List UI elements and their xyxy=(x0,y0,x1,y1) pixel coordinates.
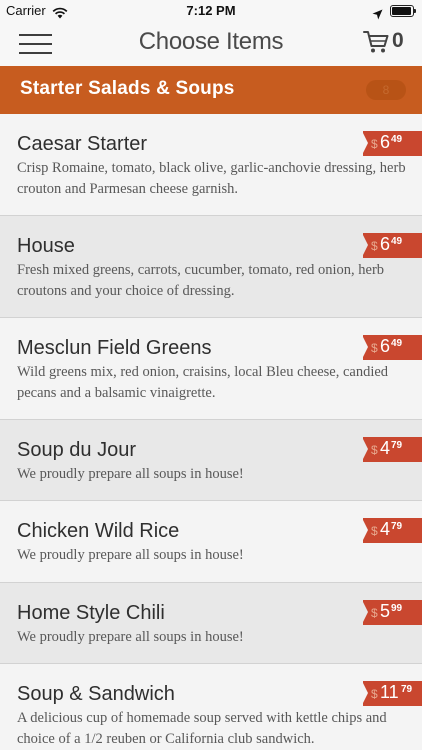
navigation-bar: Choose Items 0 xyxy=(0,22,422,66)
menu-item[interactable]: House Fresh mixed greens, carrots, cucum… xyxy=(0,216,422,318)
price-dollars: 11 xyxy=(380,682,399,702)
price-cents: 79 xyxy=(401,684,413,695)
item-name: Soup du Jour xyxy=(17,439,136,461)
category-header[interactable]: Starter Salads & Soups 8 xyxy=(0,66,422,114)
price-currency: $ xyxy=(371,239,378,253)
price-tag: $ 4 79 xyxy=(362,437,422,462)
price-dollars: 6 xyxy=(380,132,391,152)
price-cents: 79 xyxy=(391,521,403,532)
cart-icon xyxy=(363,31,389,53)
price-currency: $ xyxy=(371,606,378,620)
battery-icon xyxy=(390,5,416,17)
price-cents: 49 xyxy=(391,134,403,145)
cart-button[interactable]: 0 xyxy=(363,28,413,58)
item-description: A delicious cup of homemade soup served … xyxy=(17,710,387,747)
price-tag: $ 11 79 xyxy=(362,681,422,706)
item-name: Soup & Sandwich xyxy=(17,683,175,705)
price-cents: 99 xyxy=(391,603,403,614)
price-cents: 49 xyxy=(391,236,403,247)
item-name: Mesclun Field Greens xyxy=(17,337,212,359)
item-description: We proudly prepare all soups in house! xyxy=(17,547,244,563)
item-description: Fresh mixed greens, carrots, cucumber, t… xyxy=(17,262,385,299)
price-currency: $ xyxy=(371,687,378,701)
price-dollars: 6 xyxy=(380,336,391,356)
item-name: Chicken Wild Rice xyxy=(17,520,180,542)
status-bar: Carrier 7:12 PM xyxy=(0,0,422,22)
price-tag: $ 6 49 xyxy=(362,131,422,156)
item-name: Home Style Chili xyxy=(17,602,165,624)
menu-item[interactable]: Mesclun Field Greens Wild greens mix, re… xyxy=(0,318,422,420)
price-currency: $ xyxy=(371,137,378,151)
category-count-badge: 8 xyxy=(366,80,406,100)
price-dollars: 4 xyxy=(380,438,391,458)
price-dollars: 6 xyxy=(380,234,391,254)
item-name: House xyxy=(17,235,75,257)
price-cents: 49 xyxy=(391,338,403,349)
price-tag: $ 6 49 xyxy=(362,335,422,360)
cart-count: 0 xyxy=(392,29,404,52)
price-currency: $ xyxy=(371,443,378,457)
price-tag: $ 5 99 xyxy=(362,600,422,625)
page-title: Choose Items xyxy=(138,28,284,55)
category-title: Starter Salads & Soups xyxy=(20,78,235,99)
price-tag: $ 6 49 xyxy=(362,233,422,258)
price-tag: $ 4 79 xyxy=(362,518,422,543)
price-currency: $ xyxy=(371,341,378,355)
item-description: We proudly prepare all soups in house! xyxy=(17,629,244,645)
price-cents: 79 xyxy=(391,440,403,451)
status-time: 7:12 PM xyxy=(186,3,236,18)
menu-item[interactable]: Home Style Chili We proudly prepare all … xyxy=(0,583,422,664)
price-currency: $ xyxy=(371,524,378,538)
item-description: Wild greens mix, red onion, craisins, lo… xyxy=(17,364,389,401)
item-description: Crisp Romaine, tomato, black olive, garl… xyxy=(17,160,406,197)
menu-item[interactable]: Chicken Wild Rice We proudly prepare all… xyxy=(0,501,422,583)
menu-item[interactable]: Soup du Jour We proudly prepare all soup… xyxy=(0,420,422,501)
price-dollars: 4 xyxy=(380,519,391,539)
item-name: Caesar Starter xyxy=(17,133,148,155)
menu-item[interactable]: Soup & Sandwich A delicious cup of homem… xyxy=(0,664,422,750)
price-dollars: 5 xyxy=(380,601,391,621)
item-description: We proudly prepare all soups in house! xyxy=(17,466,244,482)
menu-item[interactable]: Caesar Starter Crisp Romaine, tomato, bl… xyxy=(0,114,422,216)
